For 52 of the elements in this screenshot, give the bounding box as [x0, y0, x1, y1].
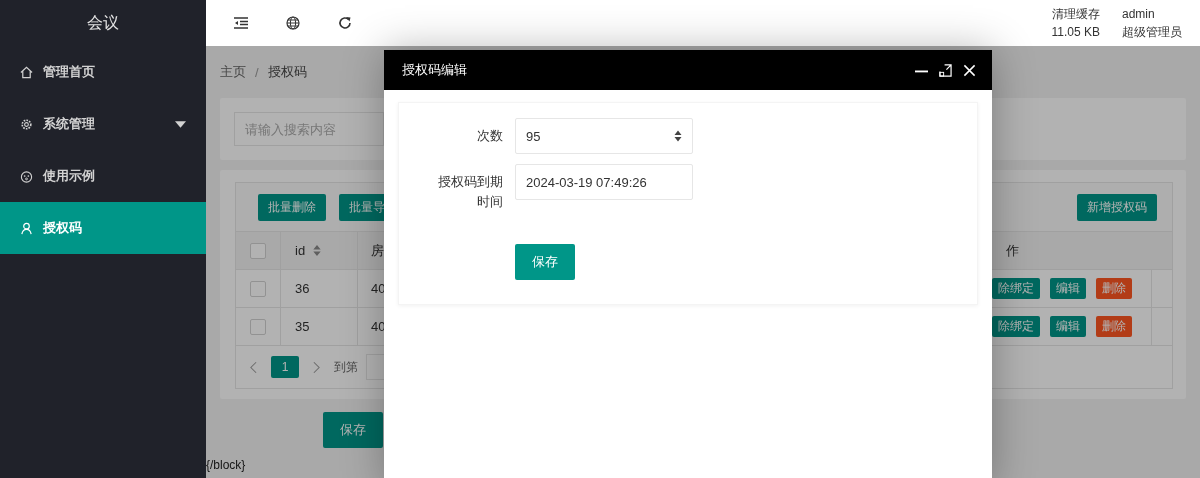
sidebar-item[interactable]: 管理首页 — [0, 46, 206, 98]
menu-indent-icon[interactable] — [234, 16, 248, 30]
row-action-button[interactable]: 除绑定 — [992, 278, 1040, 299]
sidebar-item[interactable]: 使用示例 — [0, 150, 206, 202]
select-all-checkbox[interactable] — [250, 242, 266, 259]
page-button[interactable]: 1 — [271, 356, 299, 378]
row-action-button[interactable]: 编辑 — [1050, 316, 1086, 337]
gear-icon — [20, 117, 33, 131]
spinner-icon[interactable] — [674, 130, 682, 142]
breadcrumb-link[interactable]: 主页 — [220, 63, 246, 81]
column-header-cell[interactable]: id — [281, 232, 358, 269]
save-button[interactable]: 保存 — [323, 412, 383, 448]
user-role: 超级管理员 — [1122, 24, 1182, 41]
column-header: id — [295, 243, 306, 258]
caret-icon — [175, 120, 186, 128]
row-checkbox[interactable] — [250, 318, 266, 335]
face-icon — [20, 169, 33, 183]
user-name[interactable]: admin — [1122, 5, 1182, 23]
row-checkbox[interactable] — [250, 280, 266, 297]
row-action-button[interactable]: 编辑 — [1050, 278, 1086, 299]
app-title: 会议 — [86, 13, 120, 33]
date-field[interactable]: 2024-03-19 07:49:26 — [515, 164, 693, 200]
row-action-button[interactable]: 删除 — [1096, 278, 1132, 299]
refresh-icon[interactable] — [338, 16, 352, 30]
sidebar-item[interactable]: 系统管理 — [0, 98, 206, 150]
user-icon — [20, 221, 33, 235]
cache-size: 11.05 KB — [1051, 24, 1100, 41]
sort-icon[interactable] — [313, 245, 322, 256]
table-cell: 35 — [295, 319, 310, 334]
sidebar-item[interactable]: 授权码 — [0, 202, 206, 254]
clear-cache-link[interactable]: 清理缓存 — [1051, 5, 1100, 23]
field-label: 授权码到期时间 — [437, 173, 503, 211]
dialog-title: 授权码编辑 — [402, 61, 467, 79]
number-field[interactable]: 95 — [515, 118, 693, 154]
home-icon — [20, 65, 33, 79]
close-icon[interactable] — [963, 63, 976, 77]
globe-icon[interactable] — [286, 16, 300, 30]
goto-page-label: 到第 — [334, 358, 358, 376]
table-cell: 36 — [295, 281, 310, 296]
column-header: 房 — [371, 241, 384, 260]
field-label: 次数 — [476, 127, 503, 145]
save-button[interactable]: 保存 — [515, 244, 575, 280]
row-action-button[interactable]: 除绑定 — [992, 316, 1040, 337]
add-code-button[interactable]: 新增授权码 — [1077, 194, 1157, 221]
column-header-cell[interactable]: 作 — [992, 232, 1152, 269]
row-action-button[interactable]: 删除 — [1096, 316, 1132, 337]
maximize-icon[interactable] — [939, 63, 952, 77]
breadcrumb-separator: / — [255, 64, 259, 80]
breadcrumb-link[interactable]: 授权码 — [267, 63, 307, 81]
template-text: {/block} — [206, 458, 247, 472]
column-header: 作 — [1006, 241, 1019, 260]
toolbar-button[interactable]: 批量删除 — [258, 194, 326, 221]
